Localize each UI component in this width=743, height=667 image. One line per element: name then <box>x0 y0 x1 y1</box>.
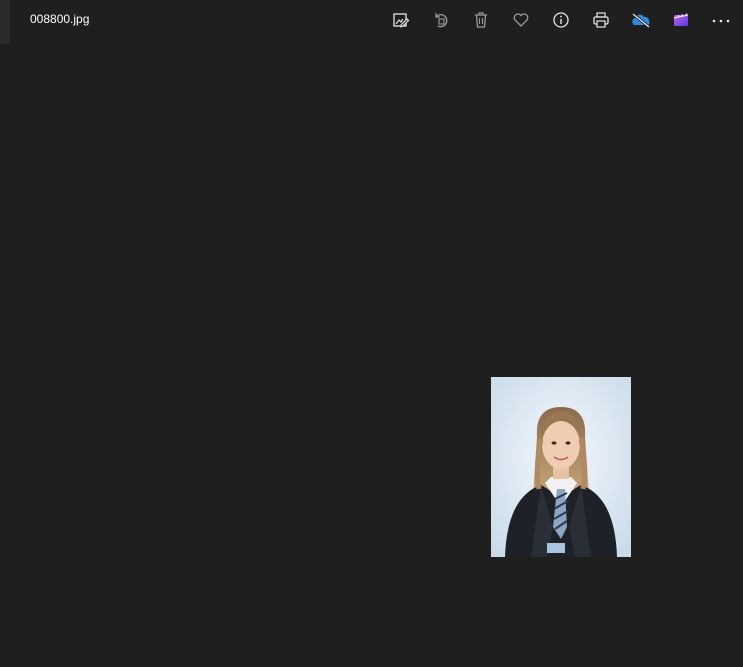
video-editor-button[interactable] <box>666 8 696 32</box>
print-button[interactable] <box>586 8 616 32</box>
portrait-image <box>491 377 631 557</box>
more-options-button[interactable] <box>706 8 736 32</box>
onedrive-button[interactable] <box>626 8 656 32</box>
more-icon <box>712 19 730 23</box>
video-editor-icon <box>673 13 689 26</box>
onedrive-icon <box>632 12 650 29</box>
info-icon <box>553 12 569 28</box>
info-button[interactable] <box>546 8 576 32</box>
rotate-icon <box>435 13 448 28</box>
delete-icon <box>475 12 487 28</box>
image-viewer[interactable] <box>0 44 743 667</box>
favorite-icon <box>513 13 529 27</box>
print-icon <box>593 12 609 28</box>
title-bar: 008800.jpg <box>0 0 743 40</box>
displayed-photo[interactable] <box>491 377 631 557</box>
edit-image-icon <box>393 13 410 28</box>
file-name-title: 008800.jpg <box>30 12 90 26</box>
favorite-button[interactable] <box>506 8 536 32</box>
edit-image-button[interactable] <box>386 8 416 32</box>
delete-button[interactable] <box>466 8 496 32</box>
rotate-button[interactable] <box>426 8 456 32</box>
photos-app-window: 008800.jpg <box>0 0 743 667</box>
